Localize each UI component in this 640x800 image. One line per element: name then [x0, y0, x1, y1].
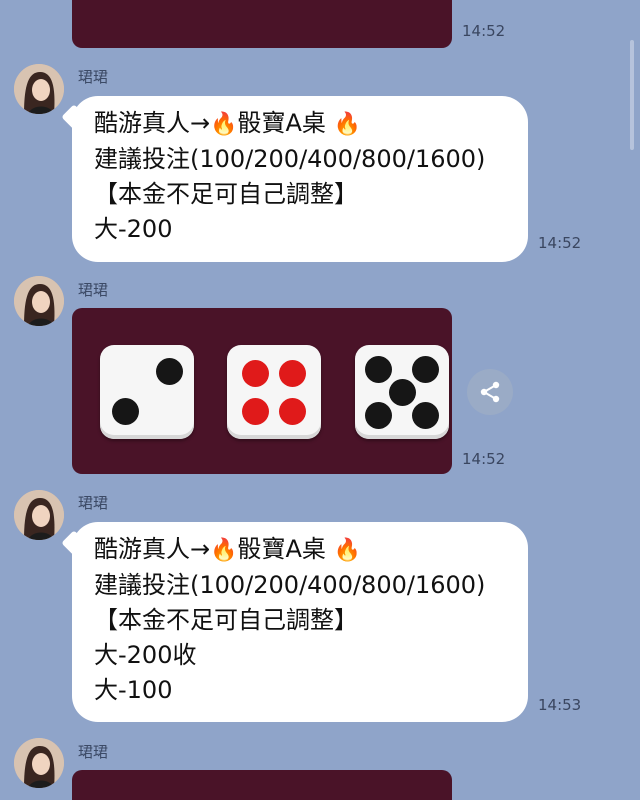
- message-title-text: 酷游真人→: [94, 535, 211, 563]
- bubble-tail: [61, 530, 87, 556]
- dice-image-message[interactable]: [72, 770, 452, 800]
- chat-view[interactable]: 14:52 珺珺 酷游真人→🔥骰寶A桌 🔥 建議投注(100/200/400/8…: [0, 0, 640, 800]
- message-title-text: 酷游真人→: [94, 109, 211, 137]
- fire-icon: 🔥: [210, 538, 238, 563]
- text-message-bubble[interactable]: 酷游真人→🔥骰寶A桌 🔥 建議投注(100/200/400/800/1600) …: [61, 522, 528, 722]
- sender-name: 珺珺: [78, 68, 109, 86]
- message-line: 建議投注(100/200/400/800/1600): [94, 571, 486, 599]
- share-icon: [480, 381, 500, 403]
- avatar-image: [14, 490, 64, 540]
- die-pip: [412, 356, 439, 383]
- avatar[interactable]: [14, 64, 64, 114]
- avatar-image: [14, 276, 64, 326]
- bubble-tail: [61, 104, 87, 130]
- dice-image-message[interactable]: [72, 0, 452, 48]
- message-title-table: 骰寶A桌: [237, 109, 326, 137]
- avatar-image: [14, 64, 64, 114]
- text-message-bubble[interactable]: 酷游真人→🔥骰寶A桌 🔥 建議投注(100/200/400/800/1600) …: [61, 96, 528, 262]
- fire-icon: 🔥: [333, 112, 361, 137]
- die-pip: [242, 398, 269, 425]
- fire-icon: 🔥: [210, 112, 238, 137]
- die-pip: [112, 398, 139, 425]
- avatar[interactable]: [14, 490, 64, 540]
- sender-name: 珺珺: [78, 743, 109, 761]
- message-line: 建議投注(100/200/400/800/1600): [94, 145, 486, 173]
- fire-icon: 🔥: [333, 538, 361, 563]
- message-line: 大-200收: [94, 641, 197, 669]
- scrollbar[interactable]: [630, 40, 634, 150]
- avatar[interactable]: [14, 738, 64, 788]
- message-line: 【本金不足可自己調整】: [94, 180, 358, 208]
- dice-image-message[interactable]: [72, 308, 452, 474]
- die-pip: [279, 398, 306, 425]
- die-pip: [242, 360, 269, 387]
- die: [100, 345, 194, 439]
- die-pip: [389, 379, 416, 406]
- message-time: 14:52: [462, 22, 506, 40]
- message-line: 【本金不足可自己調整】: [94, 606, 358, 634]
- die-pip: [279, 360, 306, 387]
- message-line: 大-100: [94, 676, 173, 704]
- avatar-image: [14, 738, 64, 788]
- avatar[interactable]: [14, 276, 64, 326]
- die-pip: [156, 358, 183, 385]
- die: [227, 345, 321, 439]
- die: [355, 345, 449, 439]
- message-time: 14:53: [538, 696, 582, 714]
- message-time: 14:52: [462, 450, 506, 468]
- share-button[interactable]: [467, 369, 513, 415]
- die-pip: [365, 356, 392, 383]
- message-title-table: 骰寶A桌: [237, 535, 326, 563]
- die-pip: [412, 402, 439, 429]
- message-line: 酷游真人→🔥骰寶A桌 🔥: [94, 532, 506, 568]
- message-time: 14:52: [538, 234, 582, 252]
- message-line: 酷游真人→🔥骰寶A桌 🔥: [94, 106, 506, 142]
- message-line: 大-200: [94, 215, 173, 243]
- sender-name: 珺珺: [78, 281, 109, 299]
- sender-name: 珺珺: [78, 494, 109, 512]
- die-pip: [365, 402, 392, 429]
